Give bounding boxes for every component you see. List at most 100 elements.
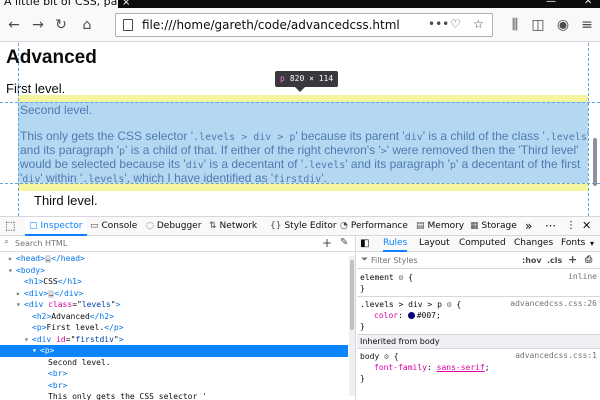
attribute-value[interactable]: levels [82,300,111,309]
rule-selector[interactable]: element [360,273,394,282]
dock-options-icon[interactable]: ⋯ [545,217,556,236]
close-tag: </div> [54,288,84,298]
rule-selector[interactable]: .levels > div > p [360,300,442,309]
rule-selector[interactable]: body [360,352,379,361]
bookmark-star-icon[interactable]: ☆ [473,17,484,31]
home-icon[interactable]: ⌂ [79,17,95,33]
tab-close-icon[interactable]: × [122,0,130,8]
devtools-body: ⌕ Search HTML + ✎ ▸ <head>…</head> ▾ <body>… [0,236,600,400]
eyedropper-icon[interactable]: ✎ [340,237,348,248]
collapse-arrow-icon[interactable]: ▾ [8,265,16,277]
page-actions-icon[interactable]: ••• [428,17,449,31]
color-swatch[interactable] [407,312,415,319]
markup-tree: ▸ <head>…</head> ▾ <body> <h1>CSS</h1> ▸ <div>… [0,253,348,400]
navigation-toolbar: ← → ↻ ⌂ file:///home/gareth/code/advance… [0,8,600,42]
menu-icon[interactable]: ≡ [579,17,595,33]
forward-arrow-icon[interactable]: → [30,17,46,33]
tab-style-editor[interactable]: {} Style Editor [270,217,337,236]
class-toggle[interactable]: .cls [547,256,562,265]
sidebar-icon[interactable]: ◫ [530,17,546,33]
tab-fonts[interactable]: Fonts [561,236,585,252]
tab-rules[interactable]: Rules [383,236,408,252]
page-scrollbar-thumb[interactable] [593,138,597,186]
tab-layout[interactable]: Layout [419,236,450,252]
add-node-icon[interactable]: + [322,236,332,250]
tab-performance[interactable]: ◔ Performance [340,217,408,236]
rule-source-link[interactable]: advancedcss.css:26 [510,299,597,308]
back-arrow-icon[interactable]: ← [6,17,22,33]
tab-storage[interactable]: ▦ Storage [470,217,517,236]
devtools-options-icon[interactable]: ⋮ [566,217,576,236]
tab-debugger[interactable]: ◌ Debugger [146,217,201,236]
markup-node[interactable]: This only gets the CSS selector ' [0,391,348,400]
rule-source-link[interactable]: advancedcss.css:1 [515,351,597,360]
tab-title: A little bit of CSS, part two [4,0,118,8]
markup-node[interactable]: <h2>Advanced</h2> [0,311,348,323]
print-media-icon[interactable]: ⎙ [585,255,592,265]
tab-bar: A little bit of CSS, part two × — ✕ [0,0,600,8]
tab-inspector[interactable]: ▢ Inspector [25,217,87,236]
markup-scrollbar-thumb[interactable] [350,260,354,330]
markup-node[interactable]: <br> [0,368,348,380]
gear-icon[interactable]: ⚙ [384,352,389,361]
window-close-icon[interactable]: ✕ [584,0,592,7]
markup-scrollbar[interactable] [349,256,355,396]
property-name[interactable]: font-family [374,363,427,372]
paragraph-segment: ' because its parent ' [295,129,405,143]
expand-arrow-icon[interactable]: ▸ [16,288,24,300]
tab-memory[interactable]: ▤ Memory [416,217,464,236]
tab-console[interactable]: ▭ Console [90,217,137,236]
tabs-overflow-icon[interactable]: ▾ [590,236,594,252]
devtools-close-icon[interactable]: ✕ [582,217,591,236]
close-tag: </h2> [89,311,114,321]
rule-element: element ⚙ { inline } [357,270,600,297]
pocket-icon[interactable]: ♡ [450,17,461,31]
collapse-arrow-icon[interactable]: ▾ [32,345,40,357]
filter-styles-bar[interactable]: ⏷ Filter Styles :hov .cls + ⎙ [357,253,600,269]
markup-node[interactable]: ▸ <head>…</head> [0,253,348,265]
property-value[interactable]: sans-serif [437,363,485,372]
gear-icon[interactable]: ⚙ [447,300,452,309]
attribute-name[interactable]: id [56,335,66,344]
tab-network[interactable]: ⇅ Network [209,217,257,236]
add-rule-icon[interactable]: + [568,253,577,266]
minimize-icon[interactable]: — [546,0,556,7]
collapse-arrow-icon[interactable]: ▾ [24,334,32,346]
markup-node[interactable]: ▾ <body> [0,265,348,277]
markup-node[interactable]: <h1>CSS</h1> [0,276,348,288]
gear-icon[interactable]: ⚙ [399,273,404,282]
url-text[interactable]: file:///home/gareth/code/advancedcss.htm… [142,18,400,32]
account-icon[interactable]: ◉ [555,17,571,33]
more-tools-icon[interactable]: » [525,217,532,236]
library-icon[interactable]: ⫼ [507,17,523,33]
attribute-name[interactable]: class [48,300,72,309]
markup-node[interactable]: ▾ <div class="levels"> [0,299,348,311]
attribute-value[interactable]: firstdiv [75,335,114,344]
url-bar[interactable]: file:///home/gareth/code/advancedcss.htm… [115,13,493,37]
html-search-bar[interactable]: ⌕ Search HTML + ✎ [0,236,356,252]
markup-node[interactable]: ▾ <p> [0,345,348,357]
filter-styles-input[interactable]: Filter Styles [371,256,418,265]
layout-toggle-icon[interactable]: ◧ [360,236,369,252]
markup-node[interactable]: Second level. [0,357,348,369]
hover-state-toggle[interactable]: :hov [522,256,542,265]
markup-node[interactable]: <p>First level.</p> [0,322,348,334]
rule-source: inline [568,272,597,281]
reload-icon[interactable]: ↻ [53,17,69,33]
highlight-margin-top [18,95,588,102]
markup-node[interactable]: <br> [0,380,348,392]
markup-node[interactable]: ▾ <div id="firstdiv"> [0,334,348,346]
collapse-arrow-icon[interactable]: ▾ [16,299,24,311]
expand-arrow-icon[interactable]: ▸ [8,253,16,265]
property-value[interactable]: #007 [417,311,436,320]
explanation-text: This only gets the CSS selector '.levels… [20,130,590,186]
search-html-input[interactable]: Search HTML [15,239,67,248]
markup-node[interactable]: ▸ <div>…</div> [0,288,348,300]
responsive-picker-icon[interactable]: ⬚ [5,217,15,236]
tab-changes[interactable]: Changes [514,236,553,252]
browser-tab[interactable]: A little bit of CSS, part two [0,0,118,8]
paragraph-segment: ' is a child of that. If either of the r… [125,143,381,157]
property-name[interactable]: color [374,311,398,320]
tab-computed[interactable]: Computed [459,236,506,252]
inherited-header: Inherited from body [357,335,600,349]
